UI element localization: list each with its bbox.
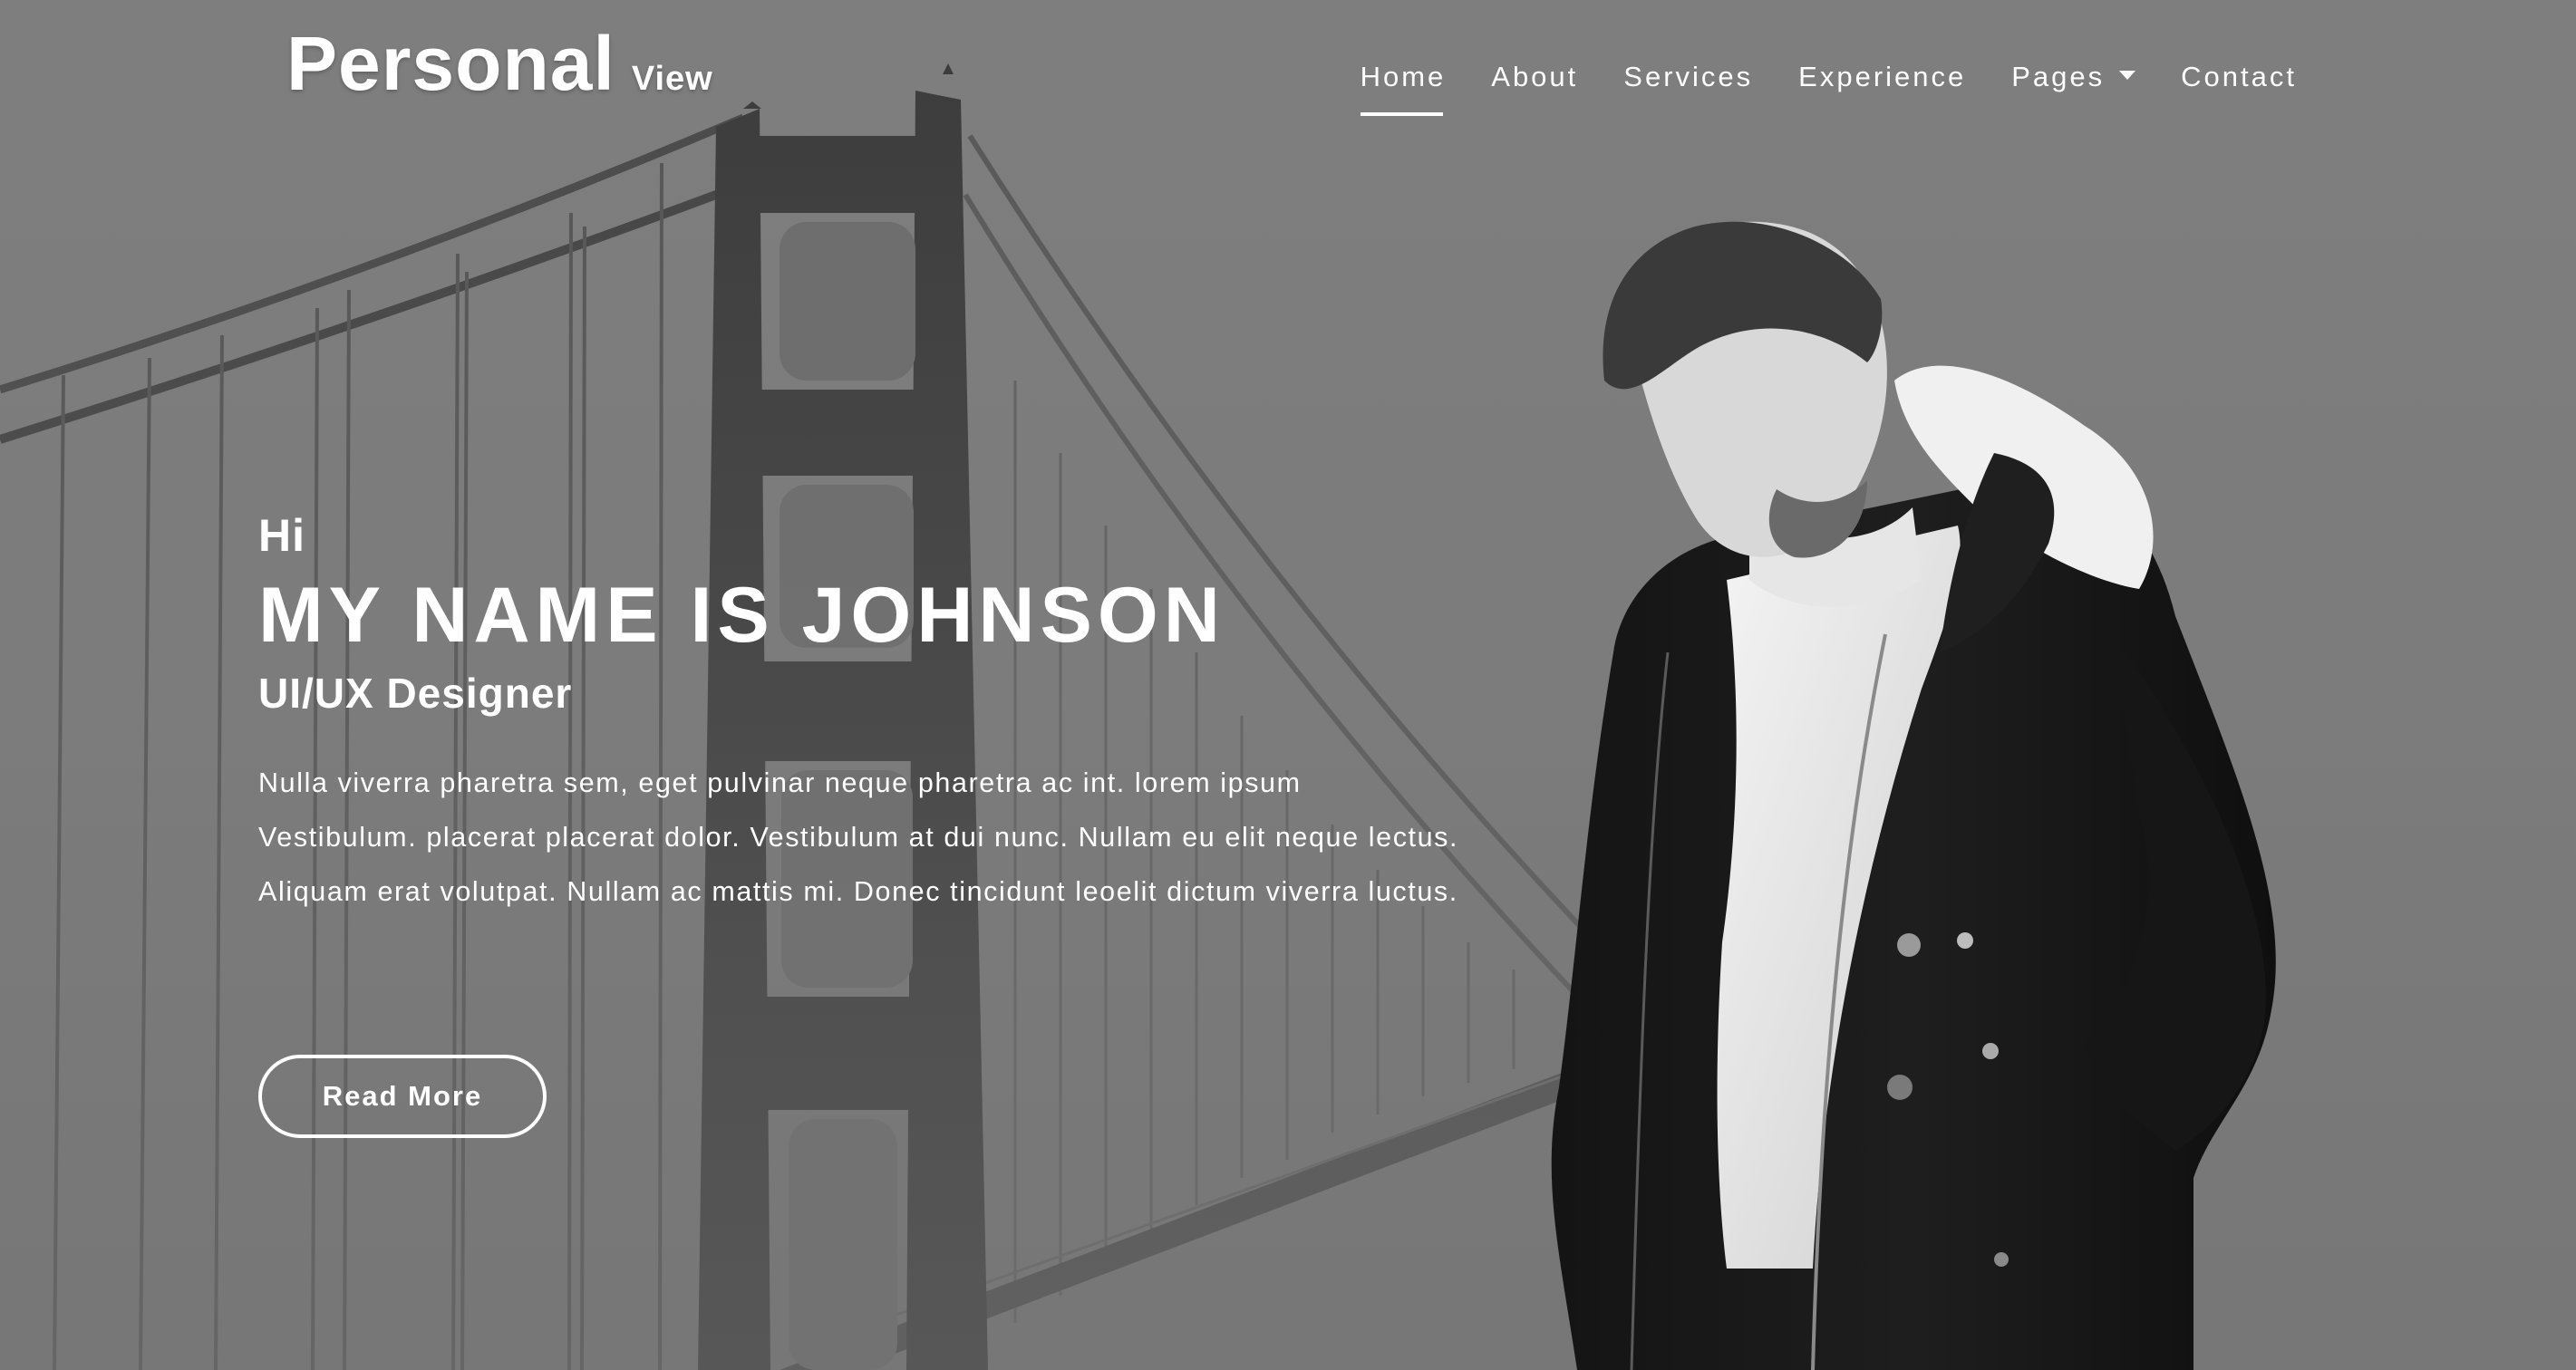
nav-item-pages-label: Pages (2011, 61, 2106, 92)
site-logo[interactable]: Personal View (286, 20, 713, 108)
hero-name-heading: MY NAME IS JOHNSON (258, 572, 1225, 659)
main-navigation: Home About Services Experience Pages Con… (1315, 56, 2297, 116)
hero-role: UI/UX Designer (258, 670, 573, 717)
chevron-down-icon (2119, 70, 2136, 80)
nav-item-home[interactable]: Home (1360, 56, 1447, 116)
hero-greeting: Hi (258, 510, 305, 561)
logo-sub-text: View (631, 60, 713, 98)
logo-main-text: Personal (286, 21, 615, 106)
read-more-button[interactable]: Read More (258, 1055, 547, 1138)
hero-section: Personal View Home About Services Experie… (0, 0, 2576, 1370)
nav-item-about[interactable]: About (1491, 56, 1578, 98)
hero-description: Nulla viverra pharetra sem, eget pulvina… (258, 767, 1459, 907)
nav-item-experience[interactable]: Experience (1798, 56, 1966, 98)
hero-intro: Hi MY NAME IS JOHNSON UI/UX Designer Nul… (258, 507, 1464, 919)
nav-item-contact[interactable]: Contact (2181, 56, 2297, 98)
nav-item-services[interactable]: Services (1623, 56, 1753, 98)
nav-item-pages[interactable]: Pages (2011, 56, 2136, 98)
